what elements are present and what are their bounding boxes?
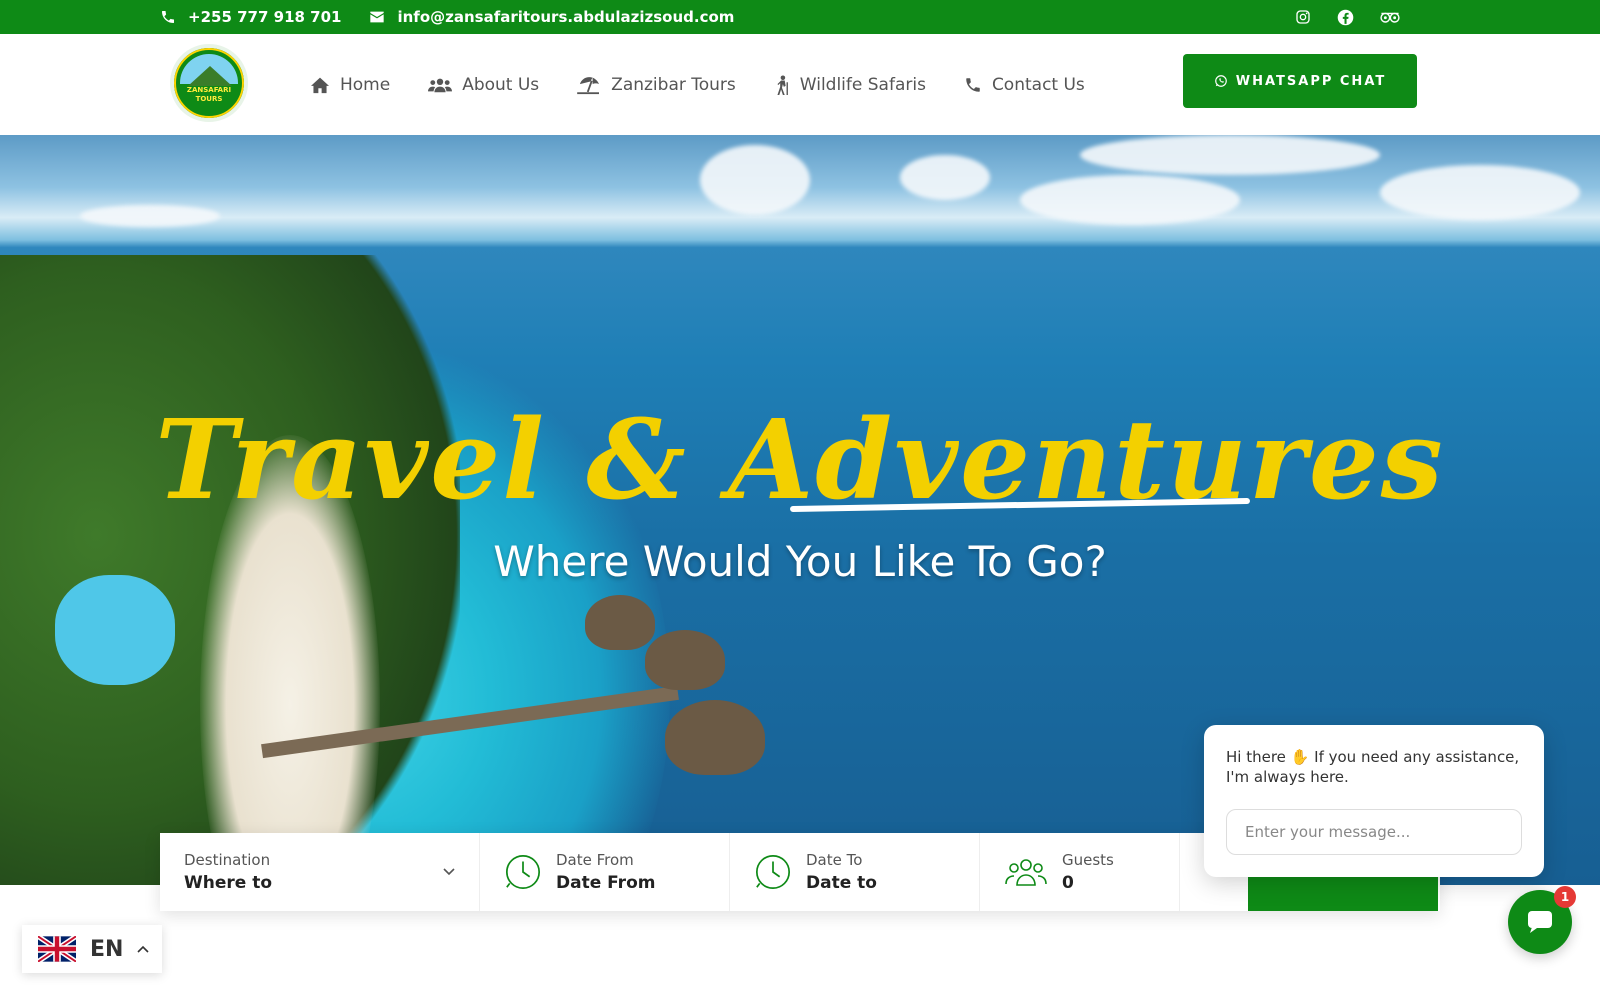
- clock-icon: [754, 853, 792, 891]
- resort-pool: [55, 575, 175, 685]
- destination-value: Where to: [184, 873, 273, 893]
- logo-text: ZANSAFARI TOURS: [186, 86, 232, 103]
- whatsapp-label: WHATSAPP CHAT: [1235, 73, 1387, 89]
- uk-flag-icon: [38, 936, 76, 962]
- email-icon: [369, 10, 385, 24]
- guests-value: 0: [1062, 873, 1074, 893]
- guests-label: Guests: [1062, 851, 1114, 869]
- nav-item-contact[interactable]: Contact Us: [964, 75, 1085, 95]
- destination-label: Destination: [184, 851, 271, 869]
- guests-field[interactable]: Guests 0: [980, 833, 1180, 911]
- chevron-up-icon: [137, 945, 150, 953]
- language-switcher[interactable]: EN: [22, 925, 162, 973]
- date-to-field[interactable]: Date To Date to: [730, 833, 980, 911]
- nav-label: Home: [340, 74, 391, 95]
- whatsapp-icon: [1214, 74, 1228, 88]
- overwater-hut: [585, 595, 655, 650]
- email-text: info@zansafaritours.abdulazizsoud.com: [397, 8, 735, 26]
- nav-item-wildlife-safaris[interactable]: Wildlife Safaris: [774, 75, 926, 95]
- top-contact-bar: +255 777 918 701 info@zansafaritours.abd…: [0, 0, 1600, 34]
- tripadvisor-icon[interactable]: [1380, 10, 1400, 24]
- facebook-icon[interactable]: [1337, 9, 1354, 26]
- contact-info: +255 777 918 701 info@zansafaritours.abd…: [160, 0, 734, 34]
- overwater-hut: [645, 630, 725, 690]
- chat-greeting: Hi there ✋ If you need any assistance, I…: [1226, 747, 1522, 787]
- cloud-shape: [1380, 165, 1580, 220]
- chat-popup: Hi there ✋ If you need any assistance, I…: [1204, 725, 1544, 877]
- social-links: [1295, 0, 1400, 34]
- waving-hand-icon: ✋: [1290, 748, 1310, 766]
- nav-item-home[interactable]: Home: [310, 75, 390, 95]
- cloud-shape: [1080, 135, 1380, 175]
- greeting-prefix: Hi there: [1226, 748, 1286, 766]
- beach-umbrella-icon: [577, 75, 601, 95]
- users-icon: [428, 76, 453, 94]
- destination-select[interactable]: Destination Where to: [160, 833, 480, 911]
- site-logo[interactable]: ZANSAFARI TOURS: [170, 44, 248, 122]
- date-from-field[interactable]: Date From Date From: [480, 833, 730, 911]
- date-to-label: Date To: [806, 851, 863, 869]
- hero-subtitle: Where Would You Like To Go?: [493, 537, 1107, 586]
- site-header: ZANSAFARI TOURS Home About Us Zanzibar T…: [0, 34, 1600, 135]
- email-contact[interactable]: info@zansafaritours.abdulazizsoud.com: [369, 8, 734, 26]
- cloud-shape: [900, 155, 990, 200]
- nav-item-about[interactable]: About Us: [428, 75, 539, 95]
- nav-label: Zanzibar Tours: [611, 74, 736, 95]
- phone-icon: [160, 9, 176, 25]
- instagram-icon[interactable]: [1295, 9, 1311, 25]
- notification-badge: 1: [1554, 886, 1576, 908]
- whatsapp-chat-button[interactable]: WHATSAPP CHAT: [1183, 54, 1417, 108]
- phone-text: +255 777 918 701: [188, 8, 342, 26]
- nav-label: Contact Us: [991, 74, 1085, 95]
- nav-label: Wildlife Safaris: [799, 74, 926, 95]
- hero-script-title: Travel & Adventures: [155, 395, 1445, 524]
- guests-icon: [1004, 857, 1048, 887]
- hiker-icon: [774, 74, 790, 95]
- chat-bubble-icon: [1527, 910, 1553, 934]
- phone-icon: [964, 76, 982, 94]
- clock-icon: [504, 853, 542, 891]
- chat-message-input[interactable]: [1226, 809, 1522, 855]
- overwater-hut: [665, 700, 765, 775]
- date-from-label: Date From: [556, 851, 634, 869]
- chevron-down-icon: [443, 868, 455, 876]
- language-code: EN: [90, 936, 124, 962]
- cloud-shape: [80, 205, 220, 227]
- nav-item-zanzibar-tours[interactable]: Zanzibar Tours: [577, 75, 736, 95]
- cloud-shape: [700, 145, 810, 215]
- home-icon: [310, 76, 330, 94]
- nav-label: About Us: [462, 74, 540, 95]
- date-from-value: Date From: [556, 873, 656, 893]
- phone-contact[interactable]: +255 777 918 701: [160, 8, 341, 26]
- date-to-value: Date to: [806, 873, 877, 893]
- cloud-shape: [1020, 175, 1240, 225]
- main-nav: Home About Us Zanzibar Tours Wildlife Sa…: [310, 34, 1085, 135]
